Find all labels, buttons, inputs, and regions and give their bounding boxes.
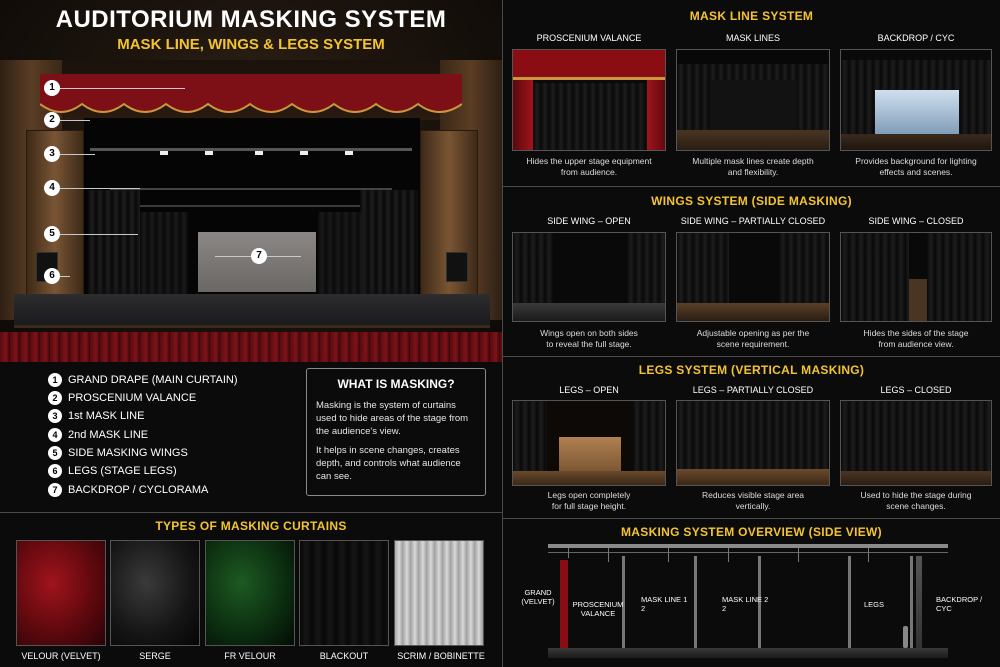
info-box: WHAT IS MASKING? Masking is the system o… xyxy=(306,368,486,496)
info-paragraph-2: It helps in scene changes, creates depth… xyxy=(316,445,461,482)
leader-line-3 xyxy=(60,154,95,155)
legend-item: 7 BACKDROP / CYCLORAMA xyxy=(48,482,208,498)
stage-light xyxy=(160,151,168,155)
sv-label-cyc: BACKDROP / CYC xyxy=(936,595,983,613)
speaker-right xyxy=(446,252,468,282)
legs-heading: LEGS SYSTEM (VERTICAL MASKING) xyxy=(638,363,865,377)
mask-lines-photo xyxy=(676,49,830,151)
info-paragraph-1: Masking is the system of curtains used t… xyxy=(316,400,469,437)
blackout-swatch xyxy=(299,540,389,646)
legend-item: 3 1st MASK LINE xyxy=(48,408,144,424)
page-title: AUDITORIUM MASKING SYSTEM xyxy=(55,6,447,33)
right-wing-curtain xyxy=(360,190,418,308)
side-view-cyc xyxy=(916,556,922,648)
person-scale-icon xyxy=(903,626,908,648)
truss-2 xyxy=(110,188,392,190)
thumb-label: SIDE WING – OPEN xyxy=(547,216,631,226)
sv-label-valance: PROSCENIUM VALANCE xyxy=(572,600,624,618)
type-label: SCRIM / BOBINETTE xyxy=(397,651,485,661)
thumb-label: SIDE WING – CLOSED xyxy=(868,216,964,226)
marker-2: 2 xyxy=(44,112,60,128)
sv-label-legs: LEGS xyxy=(864,600,885,609)
marker-1: 1 xyxy=(44,80,60,96)
marker-5: 5 xyxy=(44,226,60,242)
stage-light xyxy=(300,151,308,155)
truss-3 xyxy=(120,205,382,207)
leader-line-1 xyxy=(60,88,185,89)
caption: Hides the upper stage equipment from audi… xyxy=(526,156,652,177)
backdrop-photo xyxy=(840,49,992,151)
side-view-floor xyxy=(548,648,948,658)
stage-light xyxy=(255,151,263,155)
sv-label-mask-line-1: MASK LINE 12 xyxy=(641,595,688,613)
right-pillar xyxy=(420,130,478,310)
type-label: FR VELOUR xyxy=(224,651,276,661)
thumb-label: BACKDROP / CYC xyxy=(877,33,955,43)
thumb-label: LEGS – OPEN xyxy=(559,385,619,395)
leader-line-5 xyxy=(60,234,138,235)
marker-6: 6 xyxy=(44,268,60,284)
caption: Legs open completely for full stage heigh… xyxy=(547,490,631,511)
side-view-heading: MASKING SYSTEM OVERVIEW (SIDE VIEW) xyxy=(621,525,882,539)
wing-closed-photo xyxy=(840,232,992,322)
thumb-label: SIDE WING – PARTIALLY CLOSED xyxy=(680,216,826,226)
leader-line-2 xyxy=(60,120,90,121)
divider xyxy=(503,186,1000,187)
wing-open-photo xyxy=(512,232,666,322)
fr-velour-swatch xyxy=(205,540,295,646)
thumb-label: PROSCENIUM VALANCE xyxy=(536,33,642,43)
caption: Wings open on both sides to reveal the fu… xyxy=(540,328,638,349)
legend-item: 1 GRAND DRAPE (MAIN CURTAIN) xyxy=(48,372,238,388)
sv-label-mask-line-2: MASK LINE 22 xyxy=(722,595,769,613)
marker-7: 7 xyxy=(251,248,267,264)
info-heading: WHAT IS MASKING? xyxy=(337,377,455,391)
legend-item: 5 SIDE MASKING WINGS xyxy=(48,445,188,461)
page-subtitle: MASK LINE, WINGS & LEGS SYSTEM xyxy=(117,36,385,53)
type-label: VELOUR (VELVET) xyxy=(21,651,101,661)
sv-label-grand: GRAND (VELVET) xyxy=(521,588,555,606)
velour-swatch xyxy=(16,540,106,646)
grand-drape xyxy=(40,74,462,113)
legend-item: 2 PROSCENIUM VALANCE xyxy=(48,390,196,406)
stage-light xyxy=(205,151,213,155)
types-heading: TYPES OF MASKING CURTAINS xyxy=(155,519,347,533)
caption: Hides the sides of the stage from audienc… xyxy=(863,328,969,349)
legs-partial-photo xyxy=(676,400,830,486)
thumb-label: LEGS – CLOSED xyxy=(880,385,952,395)
caption: Reduces visible stage area vertically. xyxy=(701,490,805,511)
leader-line-6 xyxy=(60,276,70,277)
truss-1 xyxy=(90,148,412,151)
marker-4: 4 xyxy=(44,180,60,196)
legs-open-photo xyxy=(512,400,666,486)
caption: Used to hide the stage during scene chang… xyxy=(860,490,972,511)
leader-line-4 xyxy=(60,188,140,189)
stage-floor xyxy=(14,294,490,328)
legend-item: 4 2nd MASK LINE xyxy=(48,427,148,443)
serge-swatch xyxy=(110,540,200,646)
left-wing-curtain xyxy=(88,190,140,308)
column-divider xyxy=(502,0,503,667)
side-view-grand-drape xyxy=(560,560,568,648)
legend-item: 6 LEGS (STAGE LEGS) xyxy=(48,463,177,479)
type-label: BLACKOUT xyxy=(319,651,369,661)
marker-3: 3 xyxy=(44,146,60,162)
caption: Multiple mask lines create depth and flex… xyxy=(692,156,814,177)
thumb-label: MASK LINES xyxy=(725,33,781,43)
hero-stage-illustration: AUDITORIUM MASKING SYSTEM MASK LINE, WIN… xyxy=(0,0,502,362)
caption: Provides background for lighting effects … xyxy=(855,156,977,177)
divider xyxy=(503,518,1000,519)
thumb-label: LEGS – PARTIALLY CLOSED xyxy=(692,385,814,395)
type-label: SERGE xyxy=(139,651,171,661)
scrim-swatch xyxy=(394,540,484,646)
caption: Adjustable opening as per the scene requi… xyxy=(696,328,810,349)
valance-photo xyxy=(512,49,666,151)
audience-seats xyxy=(0,332,502,362)
divider xyxy=(503,356,1000,357)
divider xyxy=(0,512,502,513)
wing-partial-photo xyxy=(676,232,830,322)
legs-closed-photo xyxy=(840,400,992,486)
wings-heading: WINGS SYSTEM (SIDE MASKING) xyxy=(651,194,852,208)
stage-light xyxy=(345,151,353,155)
mask-line-heading: MASK LINE SYSTEM xyxy=(689,9,814,23)
